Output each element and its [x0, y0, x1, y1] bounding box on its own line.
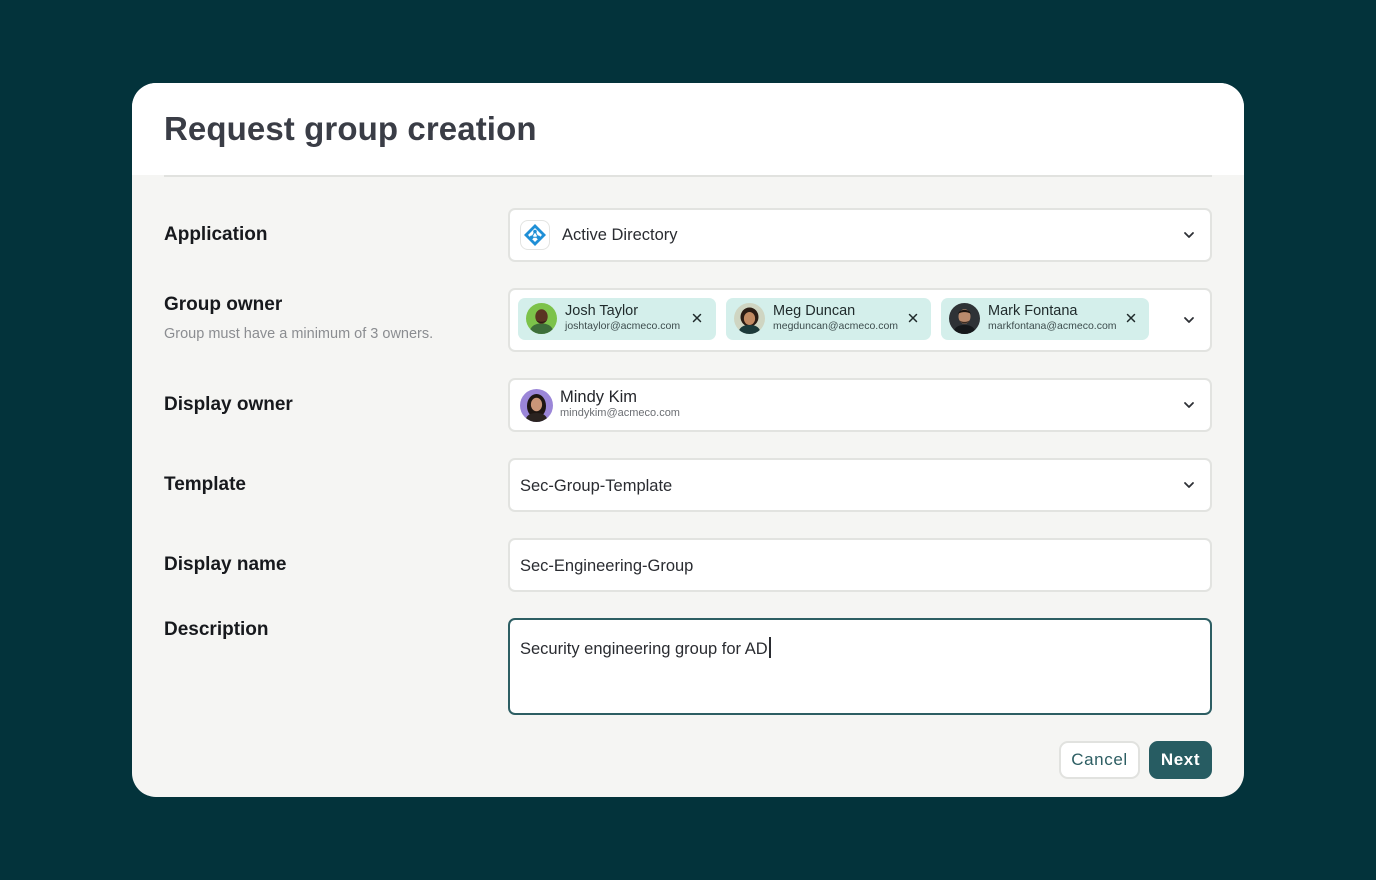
avatar	[520, 389, 553, 422]
avatar	[949, 303, 980, 334]
owner-email: megduncan@acmeco.com	[773, 320, 899, 332]
display-name-field[interactable]: Sec-Engineering-Group	[508, 538, 1212, 592]
chevron-down-icon[interactable]	[1182, 478, 1196, 492]
template-select[interactable]: Sec-Group-Template	[508, 458, 1212, 512]
display-owner-email: mindykim@acmeco.com	[560, 407, 680, 419]
owner-name: Josh Taylor	[565, 303, 639, 319]
owner-chip: Meg Duncan megduncan@acmeco.com	[726, 298, 931, 340]
next-button[interactable]: Next	[1149, 741, 1212, 779]
display-name-value: Sec-Engineering-Group	[520, 557, 694, 575]
application-select[interactable]: Active Directory	[508, 208, 1212, 262]
description-row: Description Security engineering group f…	[164, 618, 1212, 716]
chevron-down-icon[interactable]	[1182, 313, 1196, 327]
avatar	[526, 303, 557, 334]
group-owner-label: Group owner	[164, 294, 283, 315]
dialog-title: Request group creation	[164, 110, 537, 147]
group-owner-select[interactable]: Josh Taylor joshtaylor@acmeco.com Meg Du…	[508, 288, 1212, 352]
close-icon[interactable]	[691, 312, 703, 324]
request-group-dialog: Request group creation Application Activ…	[132, 83, 1244, 797]
application-label: Application	[164, 224, 268, 245]
close-icon[interactable]	[907, 312, 919, 324]
owner-name: Meg Duncan	[773, 303, 856, 319]
template-row: Template Sec-Group-Template	[164, 458, 1212, 512]
display-owner-label: Display owner	[164, 394, 293, 415]
chevron-down-icon[interactable]	[1182, 398, 1196, 412]
application-value: Active Directory	[562, 226, 678, 244]
header-divider	[164, 175, 1212, 177]
display-owner-row: Display owner Mindy Kim mindykim@acmeco.…	[164, 378, 1212, 432]
description-textarea[interactable]: Security engineering group for AD	[508, 618, 1212, 715]
owner-chip: Mark Fontana markfontana@acmeco.com	[941, 298, 1149, 340]
description-text: Security engineering group for AD	[520, 640, 768, 658]
chevron-down-icon[interactable]	[1182, 228, 1196, 242]
group-owner-hint: Group must have a minimum of 3 owners.	[164, 326, 434, 342]
close-icon[interactable]	[1125, 312, 1137, 324]
description-value: Security engineering group for AD	[520, 637, 771, 659]
application-row: Application Active Directory	[164, 208, 1212, 262]
display-name-label: Display name	[164, 554, 287, 575]
description-label: Description	[164, 619, 269, 640]
cancel-button[interactable]: Cancel	[1059, 741, 1140, 779]
display-owner-name: Mindy Kim	[560, 388, 638, 406]
owner-email: markfontana@acmeco.com	[988, 320, 1117, 332]
template-value: Sec-Group-Template	[520, 477, 673, 495]
display-name-row: Display name Sec-Engineering-Group	[164, 538, 1212, 592]
text-cursor	[768, 637, 771, 658]
avatar	[734, 303, 765, 334]
active-directory-icon	[520, 220, 550, 250]
group-owner-row: Group owner Group must have a minimum of…	[164, 288, 1212, 352]
owner-email: joshtaylor@acmeco.com	[565, 320, 681, 332]
dialog-header: Request group creation	[132, 83, 1244, 175]
template-label: Template	[164, 474, 247, 495]
owner-chip: Josh Taylor joshtaylor@acmeco.com	[518, 298, 716, 340]
display-owner-select[interactable]: Mindy Kim mindykim@acmeco.com	[508, 378, 1212, 432]
owner-name: Mark Fontana	[988, 303, 1078, 319]
